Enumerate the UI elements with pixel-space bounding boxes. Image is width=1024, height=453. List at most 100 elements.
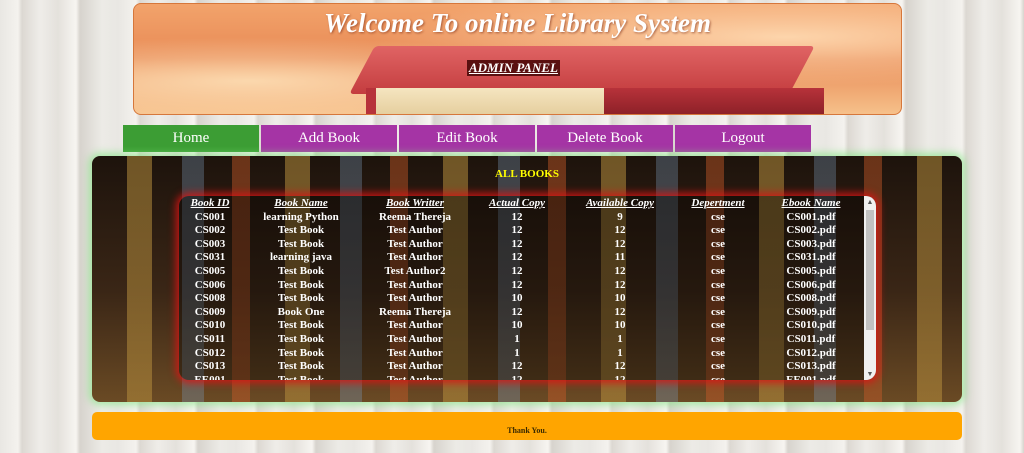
table-cell: Test Author	[387, 224, 443, 237]
table-cell: CS001	[194, 210, 226, 223]
table-cell: cse	[710, 360, 726, 373]
nav-home[interactable]: Home	[123, 125, 259, 152]
col-available-copy: Available Copy	[586, 197, 654, 209]
table-cell: CS010.pdf	[786, 319, 836, 332]
table-cell: cse	[710, 251, 726, 264]
table-cell: cse	[710, 224, 726, 237]
table-cell: 12	[614, 360, 626, 373]
table-cell: Book One	[277, 305, 325, 318]
book-pages-illustration	[366, 88, 616, 114]
table-cell: Test Book	[277, 264, 325, 277]
col-department: Depertment	[691, 197, 745, 209]
table-cell: Test Author	[387, 278, 443, 291]
table-cell: 12	[614, 305, 626, 318]
table-cell: CS031.pdf	[786, 251, 836, 264]
table-row: CS010 Test Book Test Author 10 10 cse CS010.pd…	[179, 319, 861, 333]
table-cell: 12	[511, 237, 523, 250]
table-cell: Test Book	[277, 319, 325, 332]
table-cell: CS008.pdf	[786, 292, 836, 305]
table-cell: 12	[614, 373, 626, 380]
table-cell: CS012	[194, 346, 226, 359]
table-cell: learning Python	[263, 210, 339, 223]
table-cell: 12	[614, 237, 626, 250]
col-book-name: Book Name	[274, 197, 328, 209]
table-cell: CS009.pdf	[786, 305, 836, 318]
table-row: EE001 Test Book Test Author 12 12 cse EE001.pd…	[179, 374, 861, 380]
table-cell: 12	[511, 224, 523, 237]
table-row: CS012 Test Book Test Author 1 1 cse CS012.pdf	[179, 347, 861, 361]
table-cell: cse	[710, 237, 726, 250]
admin-panel-label: ADMIN PANEL	[467, 60, 560, 76]
col-actual-copy: Actual Copy	[489, 197, 545, 209]
table-cell: Test Author	[387, 346, 443, 359]
table-cell: 12	[511, 278, 523, 291]
site-title: Welcome To online Library System	[324, 8, 711, 38]
table-cell: Reema Thereja	[379, 305, 451, 318]
table-cell: Reema Thereja	[379, 210, 451, 223]
book-spine-illustration	[604, 88, 824, 114]
table-cell: 12	[511, 264, 523, 277]
table-cell: Test Book	[277, 278, 325, 291]
table-cell: Test Book	[277, 346, 325, 359]
table-cell: cse	[710, 346, 726, 359]
table-cell: CS005	[194, 264, 226, 277]
table-row: CS001 learning Python Reema Thereja 12 9 cse C…	[179, 211, 861, 225]
nav-edit-book[interactable]: Edit Book	[399, 125, 535, 152]
nav-logout[interactable]: Logout	[675, 125, 811, 152]
table-row: CS005 Test Book Test Author2 12 12 cse CS005.p…	[179, 265, 861, 279]
col-book-writer: Book Writter	[386, 197, 444, 209]
header-banner: Welcome To online Library System ADMIN P…	[133, 3, 902, 115]
table-row: CS003 Test Book Test Author 12 12 cse CS003.pd…	[179, 238, 861, 252]
table-cell: cse	[710, 373, 726, 380]
table-cell: Test Author	[387, 292, 443, 305]
scroll-up-arrow-icon[interactable]: ▲	[864, 196, 876, 208]
table-row: CS011 Test Book Test Author 1 1 cse CS011.pdf	[179, 333, 861, 347]
table-cell: Test Book	[277, 224, 325, 237]
table-cell: CS011.pdf	[786, 332, 836, 345]
books-table-container[interactable]: Book ID Book Name Book Writter Actual Co…	[179, 196, 876, 380]
table-cell: cse	[710, 305, 726, 318]
table-cell: 1	[617, 346, 623, 359]
table-row: CS006 Test Book Test Author 12 12 cse CS006.pd…	[179, 279, 861, 293]
table-cell: 12	[511, 360, 523, 373]
table-cell: 10	[511, 319, 523, 332]
table-cell: 1	[514, 346, 520, 359]
nav-delete-book[interactable]: Delete Book	[537, 125, 673, 152]
table-row: CS031 learning java Test Author 12 11 cse CS03…	[179, 251, 861, 265]
table-cell: Test Book	[277, 360, 325, 373]
books-table: Book ID Book Name Book Writter Actual Co…	[179, 197, 861, 380]
table-cell: CS003.pdf	[786, 237, 836, 250]
table-cell: Test Author	[387, 373, 443, 380]
table-cell: CS002.pdf	[786, 224, 836, 237]
col-ebook-name: Ebook Name	[781, 197, 841, 209]
books-panel: ALL BOOKS Book ID Book Name Book Writter…	[92, 156, 962, 402]
nav-add-book[interactable]: Add Book	[261, 125, 397, 152]
table-cell: CS011	[195, 332, 225, 345]
table-cell: CS003	[194, 237, 226, 250]
table-cell: CS010	[194, 319, 226, 332]
table-row: CS013 Test Book Test Author 12 12 cse CS013.pd…	[179, 360, 861, 374]
table-cell: 11	[614, 251, 626, 264]
scroll-down-arrow-icon[interactable]: ▼	[864, 368, 876, 380]
table-scrollbar[interactable]: ▲ ▼	[864, 196, 876, 380]
table-cell: EE001	[194, 373, 226, 380]
footer-bar: Thank You.	[92, 412, 962, 440]
table-cell: CS006	[194, 278, 226, 291]
table-cell: learning java	[269, 251, 333, 264]
table-cell: CS013.pdf	[786, 360, 836, 373]
main-nav: Home Add Book Edit Book Delete Book Logo…	[123, 125, 813, 152]
table-cell: CS006.pdf	[786, 278, 836, 291]
table-cell: EE001.pdf	[786, 373, 836, 380]
scroll-thumb[interactable]	[866, 210, 874, 330]
table-header-row: Book ID Book Name Book Writter Actual Co…	[179, 197, 861, 211]
table-cell: cse	[710, 332, 726, 345]
table-cell: 10	[614, 319, 626, 332]
table-cell: 12	[614, 264, 626, 277]
table-cell: 12	[614, 278, 626, 291]
table-cell: Test Book	[277, 292, 325, 305]
table-cell: 12	[511, 373, 523, 380]
table-cell: CS013	[194, 360, 226, 373]
table-cell: Test Author	[387, 360, 443, 373]
table-row: CS009 Book One Reema Thereja 12 12 cse CS009.p…	[179, 306, 861, 320]
table-cell: 1	[617, 332, 623, 345]
